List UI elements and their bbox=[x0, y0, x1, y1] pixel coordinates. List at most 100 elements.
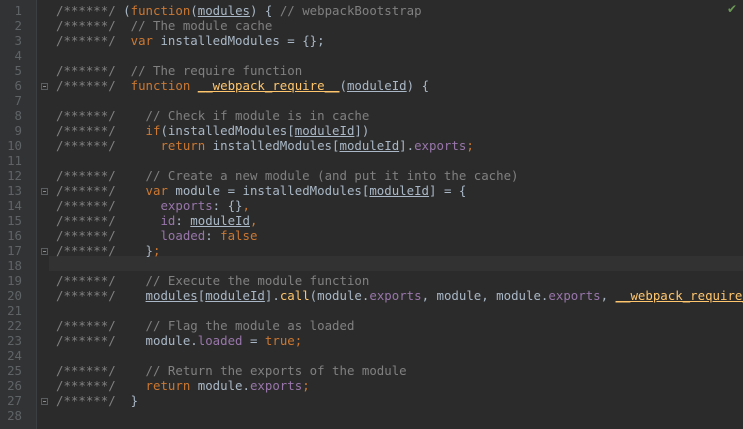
code-token: /******/ bbox=[56, 108, 146, 123]
code-token: : {} bbox=[212, 198, 243, 213]
line-number: 16 bbox=[7, 228, 22, 243]
code-token: moduleId bbox=[205, 288, 265, 303]
code-text: /******/ } bbox=[56, 393, 138, 408]
line-number: 4 bbox=[14, 48, 22, 63]
line-number: 8 bbox=[14, 108, 22, 123]
code-text: /******/ (function(modules) { // webpack… bbox=[56, 3, 422, 18]
code-token: var bbox=[130, 33, 161, 48]
code-token: /******/ bbox=[56, 78, 131, 93]
line-number: 19 bbox=[7, 273, 22, 288]
line-number: 10 bbox=[7, 138, 22, 153]
line-number: 3 bbox=[14, 33, 22, 48]
code-token: // The module cache bbox=[130, 18, 273, 33]
code-token: /******/ bbox=[56, 363, 146, 378]
code-text: /******/ if(installedModules[moduleId]) bbox=[56, 123, 369, 138]
fold-toggle-icon[interactable] bbox=[41, 83, 48, 90]
code-text: /******/ // The module cache bbox=[56, 18, 272, 33]
code-token: (module. bbox=[309, 288, 370, 303]
code-token: ]. bbox=[399, 138, 415, 153]
code-token: , bbox=[249, 213, 258, 228]
code-token: // Return the exports of the module bbox=[145, 363, 407, 378]
code-token: /******/ bbox=[56, 318, 146, 333]
code-token: /******/ bbox=[56, 288, 146, 303]
code-token: // The require function bbox=[130, 63, 303, 78]
fold-toggle-icon[interactable] bbox=[41, 398, 48, 405]
code-token: modules bbox=[145, 288, 198, 303]
check-icon: ✔ bbox=[726, 2, 737, 16]
code-token: /******/ bbox=[56, 123, 146, 138]
code-token: /******/ bbox=[56, 63, 131, 78]
code-token: function bbox=[130, 3, 191, 18]
code-token: (installedModules[ bbox=[160, 123, 295, 138]
line-number: 1 bbox=[14, 3, 22, 18]
code-token: /******/ bbox=[56, 393, 131, 408]
line-number: 15 bbox=[7, 213, 22, 228]
code-text: /******/ // Execute the module function bbox=[56, 273, 369, 288]
code-token: __webpack_require__ bbox=[615, 288, 743, 303]
line-number: 13 bbox=[7, 183, 22, 198]
code-token: exports bbox=[249, 378, 303, 393]
code-text: /******/ modules[moduleId].call(module.e… bbox=[56, 288, 743, 303]
fold-toggle-icon[interactable] bbox=[41, 188, 48, 195]
line-number: 21 bbox=[7, 303, 22, 318]
code-token: moduleId bbox=[190, 213, 250, 228]
code-token: ; bbox=[153, 243, 161, 258]
line-number: 26 bbox=[7, 378, 22, 393]
code-token: ( bbox=[339, 78, 347, 93]
code-token: // Check if module is in cache bbox=[145, 108, 370, 123]
code-token: installedModules = {}; bbox=[160, 33, 325, 48]
line-number: 9 bbox=[14, 123, 22, 138]
code-token: loaded bbox=[197, 333, 243, 348]
code-text: /******/ // Flag the module as loaded bbox=[56, 318, 354, 333]
code-token: /******/ bbox=[56, 33, 131, 48]
code-token: ]. bbox=[264, 288, 280, 303]
code-token: } bbox=[145, 243, 153, 258]
line-number: 12 bbox=[7, 168, 22, 183]
code-token: , bbox=[242, 198, 250, 213]
code-token: moduleId bbox=[294, 123, 355, 138]
fold-toggle-icon[interactable] bbox=[41, 248, 48, 255]
code-text: /******/ return installedModules[moduleI… bbox=[56, 138, 474, 153]
code-token: /******/ bbox=[56, 168, 146, 183]
code-token: return bbox=[145, 378, 198, 393]
code-token: exports bbox=[548, 288, 601, 303]
code-token: modules bbox=[197, 3, 250, 18]
code-token: module = installedModules[ bbox=[175, 183, 370, 198]
code-text: /******/ // The require function bbox=[56, 63, 302, 78]
code-token: exports bbox=[414, 138, 467, 153]
code-text: /******/ var module = installedModules[m… bbox=[56, 183, 466, 198]
line-number: 25 bbox=[7, 363, 22, 378]
code-token: ]) bbox=[354, 123, 370, 138]
code-text: /******/ // Check if module is in cache bbox=[56, 108, 369, 123]
code-token: /******/ bbox=[56, 333, 146, 348]
code-token: /******/ bbox=[56, 198, 161, 213]
line-number: 24 bbox=[7, 348, 22, 363]
code-token: /******/ bbox=[56, 273, 146, 288]
line-number: 6 bbox=[14, 78, 22, 93]
code-token: /******/ bbox=[56, 3, 124, 18]
line-number: 7 bbox=[14, 93, 22, 108]
code-token: __webpack_require__ bbox=[197, 78, 340, 93]
code-token: ; bbox=[294, 333, 303, 348]
line-number: 23 bbox=[7, 333, 22, 348]
line-number: 14 bbox=[7, 198, 22, 213]
code-text: /******/ var installedModules = {}; bbox=[56, 33, 325, 48]
line-number: 22 bbox=[7, 318, 22, 333]
code-token: : bbox=[205, 228, 221, 243]
code-token: moduleId bbox=[369, 183, 430, 198]
code-text: /******/ module.loaded = true; bbox=[56, 333, 302, 348]
code-token: false bbox=[220, 228, 258, 243]
code-text: /******/ }; bbox=[56, 243, 160, 258]
code-token: id bbox=[160, 213, 176, 228]
code-token: loaded bbox=[160, 228, 206, 243]
code-token: /******/ bbox=[56, 228, 161, 243]
code-text: /******/ loaded: false bbox=[56, 228, 257, 243]
code-token: installedModules[ bbox=[212, 138, 340, 153]
line-number: 11 bbox=[7, 153, 22, 168]
code-editor[interactable]: 1 /******/ (function(modules) { // webpac… bbox=[0, 0, 743, 429]
line-number: 27 bbox=[7, 393, 22, 408]
code-token: /******/ bbox=[56, 138, 161, 153]
line-number: 20 bbox=[7, 288, 22, 303]
code-token: , module, module. bbox=[421, 288, 549, 303]
scrollbar[interactable] bbox=[735, 18, 743, 429]
